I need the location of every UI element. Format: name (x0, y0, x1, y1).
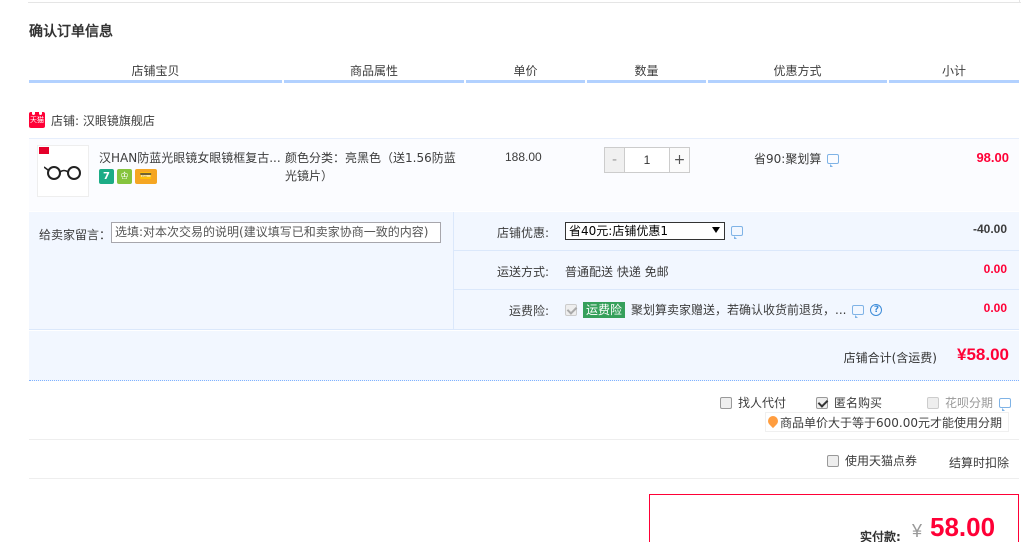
pay-currency: ¥ (912, 521, 923, 541)
select-value: 省40元:店铺优惠1 (569, 224, 668, 238)
col-header-shop-item: 店铺宝贝 (131, 64, 180, 78)
discount-method: 省90:聚划算 (754, 150, 840, 167)
insurance-label: 运费险: (508, 304, 549, 318)
pay-amount: 58.00 (930, 512, 996, 542)
shipping-row: 运送方式: 普通配送 快递 免邮 0.00 (454, 251, 1019, 290)
proxy-pay-option[interactable]: 找人代付 (720, 394, 786, 411)
huabei-label: 花呗分期 (945, 396, 994, 410)
qty-plus-button[interactable]: + (669, 148, 689, 172)
dropdown-arrow-icon (712, 227, 720, 233)
shipping-insurance-row: 运费险: 运费险 聚划算卖家赠送，若确认收货前退货，... ? 0.00 (454, 290, 1019, 329)
page-title: 确认订单信息 (29, 24, 113, 40)
col-header-discount: 优惠方式 (773, 64, 822, 78)
col-bar (708, 80, 887, 83)
qty-minus-button[interactable]: - (605, 148, 625, 172)
seller-message-area: 给卖家留言： 选填:对本次交易的说明(建议填写已和卖家协商一致的内容) (29, 212, 454, 330)
seller-message-input[interactable]: 选填:对本次交易的说明(建议填写已和卖家协商一致的内容) (111, 222, 441, 243)
col-bar (466, 80, 585, 83)
guarantee-icon[interactable]: ♔ (117, 169, 132, 184)
coupon-checkbox[interactable] (827, 454, 839, 467)
proxy-pay-checkbox[interactable] (720, 396, 732, 409)
insurance-value: 运费险 聚划算卖家赠送，若确认收货前退货，... ? (565, 301, 883, 318)
col-header-qty: 数量 (634, 64, 659, 78)
payment-summary-box: 实付款: ¥ 58.00 (649, 494, 1019, 542)
service-icons: 7 ♔ 💳 (99, 169, 157, 184)
item-subtotal: 98.00 (976, 150, 1009, 165)
pay-label: 实付款: (860, 530, 901, 542)
col-bar (29, 80, 282, 83)
shipping-label: 运送方式: (496, 265, 549, 279)
col-header-subtotal: 小计 (941, 64, 966, 78)
shop-discount-amount: -40.00 (972, 222, 1007, 236)
proxy-pay-label: 找人代付 (738, 396, 787, 410)
message-label: 给卖家留言： (39, 228, 112, 242)
product-attribute: 颜色分类：亮黑色（送1.56防蓝光镜片） (285, 151, 456, 183)
insurance-amount: 0.00 (983, 301, 1007, 315)
insurance-checkbox[interactable] (565, 303, 577, 316)
seven-day-return-icon[interactable]: 7 (99, 169, 114, 184)
huabei-option: 花呗分期 (927, 394, 1012, 411)
brand-logo-icon (39, 147, 49, 154)
col-bar (889, 80, 1019, 83)
shipping-value: 普通配送 快递 免邮 (565, 265, 669, 279)
top-border-right (1019, 0, 1020, 3)
col-bar (284, 80, 464, 83)
shop-total-value: ¥58.00 (957, 345, 1009, 364)
col-header-attr: 商品属性 (349, 64, 398, 78)
col-header-price: 单价 (513, 64, 538, 78)
huabei-hint: 商品单价大于等于600.00元才能使用分期 (765, 412, 1009, 432)
quantity-input[interactable] (625, 148, 669, 172)
shop-total-label: 店铺合计(含运费) (843, 351, 937, 365)
shop-name-link[interactable]: 店铺: 汉眼镜旗舰店 (51, 112, 155, 129)
coupon-option[interactable]: 使用天猫点券 (827, 452, 917, 469)
chat-bubble-icon[interactable] (731, 226, 743, 239)
tmall-icon: 天猫 (29, 112, 45, 128)
huabei-hint-text: 商品单价大于等于600.00元才能使用分期 (780, 415, 1002, 430)
coupon-label: 使用天猫点券 (845, 454, 918, 468)
pin-icon (768, 416, 778, 428)
chat-bubble-icon[interactable] (999, 397, 1012, 411)
quantity-stepper: - + (604, 147, 690, 173)
col-bar (587, 80, 706, 83)
chat-bubble-icon[interactable] (827, 153, 840, 167)
anonymous-label: 匿名购买 (834, 396, 883, 410)
order-item-row: 汉HAN防蓝光眼镜女眼镜框复古... 7 ♔ 💳 颜色分类：亮黑色（送1.56防… (29, 138, 1019, 211)
order-options-panel: 给卖家留言： 选填:对本次交易的说明(建议填写已和卖家协商一致的内容) 店铺优惠… (29, 212, 1019, 330)
coupon-row: 使用天猫点券 结算时扣除 (29, 441, 1019, 479)
coupon-note: 结算时扣除 (949, 456, 1010, 470)
payment-options-row: 找人代付 匿名购买 花呗分期 商品单价大于等于600.00元才能使用分期 (29, 381, 1019, 440)
help-icon[interactable]: ? (870, 303, 883, 316)
product-thumbnail[interactable] (37, 145, 89, 197)
anonymous-checkbox[interactable] (816, 396, 828, 409)
shop-line: 天猫 店铺: 汉眼镜旗舰店 (29, 110, 155, 130)
shop-total-row: 店铺合计(含运费) ¥58.00 (29, 331, 1019, 381)
glasses-icon (44, 166, 81, 180)
shop-discount-row: 店铺优惠: 省40元:店铺优惠1 -40.00 (454, 212, 1019, 251)
insurance-tag: 运费险 (583, 301, 626, 318)
shop-discount-select[interactable]: 省40元:店铺优惠1 (565, 222, 725, 240)
shop-discount-label: 店铺优惠: (496, 226, 549, 240)
discount-text: 省90:聚划算 (754, 152, 822, 166)
shop-discount-value: 省40元:店铺优惠1 (565, 222, 743, 240)
product-title-link[interactable]: 汉HAN防蓝光眼镜女眼镜框复古... (99, 149, 281, 166)
huabei-checkbox (927, 396, 939, 409)
unit-price: 188.00 (505, 150, 542, 164)
chat-bubble-icon[interactable] (852, 304, 865, 318)
credit-card-icon[interactable]: 💳 (135, 169, 157, 184)
insurance-text: 聚划算卖家赠送，若确认收货前退货，... (631, 303, 847, 317)
shipping-amount: 0.00 (983, 262, 1007, 276)
anonymous-option[interactable]: 匿名购买 (816, 394, 882, 411)
top-border (28, 0, 1021, 3)
